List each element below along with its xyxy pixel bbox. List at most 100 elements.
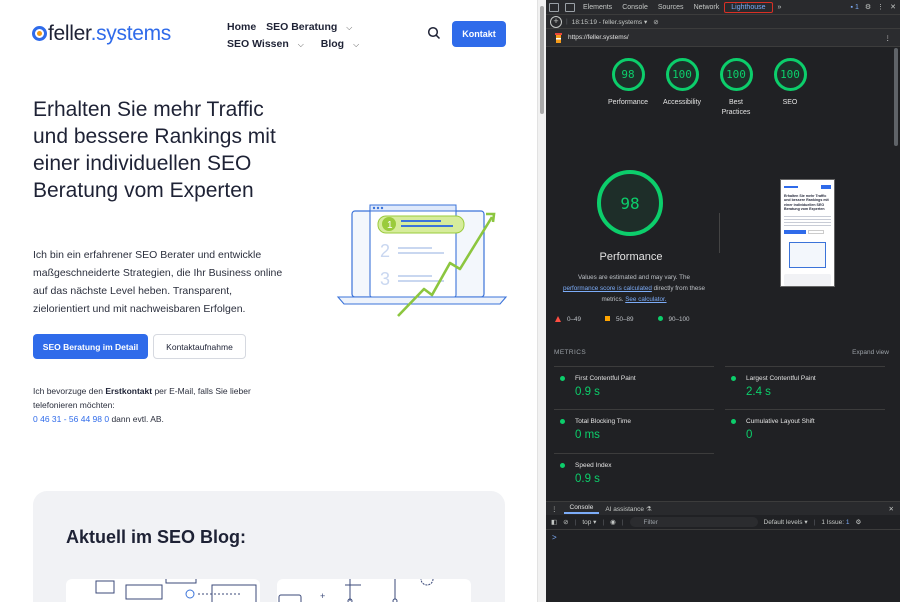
chevron-down-icon: ⌵	[297, 40, 304, 49]
eye-icon[interactable]: ◉	[610, 518, 616, 526]
performance-note: Values are estimated and may vary. The pe…	[554, 272, 714, 305]
report-menu-icon[interactable]: ⋮	[885, 34, 892, 42]
final-screenshot-thumbnail[interactable]: Erhalten Sie mehr Traffic und bessere Ra…	[780, 179, 835, 287]
issues-badge[interactable]: ▪ 1	[851, 4, 859, 11]
issues-count: 1	[854, 3, 859, 11]
thumb-blog	[784, 273, 831, 286]
nav-home[interactable]: Home	[227, 21, 256, 33]
devtools-panel: Elements Console Sources Network Lightho…	[546, 0, 900, 602]
clear-console-icon[interactable]: ⊘	[563, 518, 568, 526]
lighthouse-scrollbar[interactable]	[894, 48, 899, 498]
blog-post-card[interactable]: +	[277, 579, 471, 602]
performance-score-gauge: 98	[597, 170, 663, 236]
metrics-title: METRICS	[554, 349, 587, 356]
metric-fcp: First Contentful Paint 0.9 s	[554, 366, 714, 398]
thumb-button-primary	[784, 229, 806, 234]
close-drawer-icon[interactable]: ✕	[889, 505, 894, 513]
drawer-tab-console[interactable]: Console	[563, 504, 600, 514]
score-calculated-link[interactable]: performance score is calculated	[563, 285, 652, 292]
tab-sources[interactable]: Sources	[653, 4, 689, 11]
website-scrollbar[interactable]	[537, 0, 546, 602]
tab-console[interactable]: Console	[617, 4, 653, 11]
thumb-button-secondary	[808, 229, 824, 234]
inspect-element-icon[interactable]	[549, 2, 559, 12]
drawer-menu-icon[interactable]: ⋮	[546, 505, 564, 513]
seo-beratung-button[interactable]: SEO Beratung im Detail	[33, 334, 148, 359]
see-calculator-link[interactable]: See calculator.	[625, 296, 666, 303]
logo-suffix: .systems	[90, 22, 172, 45]
tab-lighthouse[interactable]: Lighthouse	[724, 1, 773, 13]
gauge-performance-label: Performance	[608, 99, 649, 106]
gauge-seo-score: 100	[773, 58, 807, 91]
tab-elements[interactable]: Elements	[578, 4, 617, 11]
nav-seo-beratung[interactable]: SEO Beratung ⌵	[266, 21, 359, 33]
category-gauges: 98 Performance 100 Accessibility 100 Bes…	[608, 58, 810, 118]
console-settings-icon[interactable]: ⚙	[856, 518, 862, 526]
sidebar-toggle-icon[interactable]: ◧	[551, 518, 557, 526]
metric-cls-value: 0	[746, 429, 753, 441]
console-filter-input[interactable]: Filter	[629, 517, 758, 527]
phone-link[interactable]: 0 46 31 - 56 44 98 0	[33, 414, 109, 424]
toolbar-separator: |	[602, 518, 605, 526]
new-report-icon[interactable]: +	[550, 15, 562, 28]
metric-cls-name: Cumulative Layout Shift	[725, 418, 885, 425]
thumb-logo	[784, 186, 798, 188]
search-icon[interactable]	[427, 26, 441, 40]
settings-gear-icon[interactable]: ⚙	[865, 3, 871, 11]
hero-illustration: 1 2 3	[336, 204, 508, 317]
drawer-tab-ai-assistance[interactable]: AI assistance ⚗	[599, 505, 657, 513]
report-url[interactable]: https://feller.systems/	[568, 34, 629, 41]
console-issues-button[interactable]: 1 Issue: 1	[821, 519, 849, 526]
context-label: top	[582, 519, 592, 526]
contact-button[interactable]: Kontakt	[452, 21, 506, 47]
drawer-tab-ai-label: AI assistance	[605, 505, 645, 513]
toolbar-separator: |	[566, 18, 568, 25]
console-issues-label: 1 Issue:	[821, 518, 845, 526]
website-scrollbar-thumb[interactable]	[540, 6, 544, 114]
nav-blog-label: Blog	[320, 38, 345, 50]
hero-text: Ich bin ein erfahrener SEO Berater und e…	[33, 249, 283, 315]
nav-seo-beratung-label: SEO Beratung	[266, 21, 338, 33]
gauge-accessibility[interactable]: 100 Accessibility	[662, 58, 702, 118]
more-tabs-icon[interactable]: »	[773, 4, 787, 11]
thumb-cta	[821, 185, 831, 189]
thumb-headline: Erhalten Sie mehr Traffic und bessere Ra…	[784, 194, 829, 212]
svg-text:2: 2	[380, 241, 390, 261]
metric-tbt-name: Total Blocking Time	[554, 418, 714, 425]
gauge-best-practices[interactable]: 100 Best Practices	[716, 58, 756, 118]
lighthouse-scrollbar-thumb[interactable]	[894, 48, 898, 146]
site-logo[interactable]: feller.systems	[32, 22, 171, 46]
nav-seo-wissen[interactable]: SEO Wissen ⌵	[227, 38, 311, 50]
blog-heading: Aktuell im SEO Blog:	[66, 527, 247, 547]
blog-post-card[interactable]	[66, 579, 260, 602]
metric-tbt-value: 0 ms	[575, 429, 600, 441]
close-icon[interactable]: ✕	[890, 3, 896, 11]
gauge-seo[interactable]: 100 SEO	[770, 58, 810, 118]
device-toolbar-icon[interactable]	[565, 2, 575, 12]
metric-lcp-value: 2.4 s	[746, 386, 771, 398]
thumb-buttons	[784, 229, 831, 234]
expand-view-toggle[interactable]: Expand view	[852, 349, 889, 356]
metric-lcp: Largest Contentful Paint 2.4 s	[725, 366, 885, 398]
divider	[719, 213, 720, 253]
kebab-menu-icon[interactable]: ⋮	[877, 3, 884, 11]
tab-network[interactable]: Network	[689, 4, 725, 11]
svg-text:+: +	[320, 591, 325, 601]
context-selector[interactable]: top ▾	[582, 518, 596, 526]
log-levels-dropdown[interactable]: Default levels ▾	[764, 518, 808, 526]
thumb-paragraph	[784, 214, 831, 227]
nav-blog[interactable]: Blog ⌵	[321, 38, 366, 50]
website-viewport: feller.systems Home SEO Beratung ⌵ SEO Wi…	[0, 0, 537, 602]
clear-reports-icon[interactable]: ⊘	[653, 18, 658, 26]
gauge-performance[interactable]: 98 Performance	[608, 58, 648, 118]
devtools-actions: ▪ 1 ⚙ ⋮ ✕	[851, 3, 897, 12]
console-prompt[interactable]: >	[552, 533, 557, 542]
report-selector[interactable]: 18:15:19 - feller.systems ▾	[572, 18, 648, 26]
drawer-tabbar: ⋮ Console AI assistance ⚗ ✕	[546, 501, 900, 515]
contact-bold: Erstkontakt	[105, 386, 153, 396]
filter-placeholder: Filter	[643, 518, 658, 526]
kontaktaufnahme-button[interactable]: Kontaktaufnahme	[153, 334, 246, 359]
svg-text:3: 3	[380, 269, 390, 289]
report-url-bar: https://feller.systems/ ⋮	[546, 29, 900, 47]
metric-tbt: Total Blocking Time 0 ms	[554, 409, 714, 441]
